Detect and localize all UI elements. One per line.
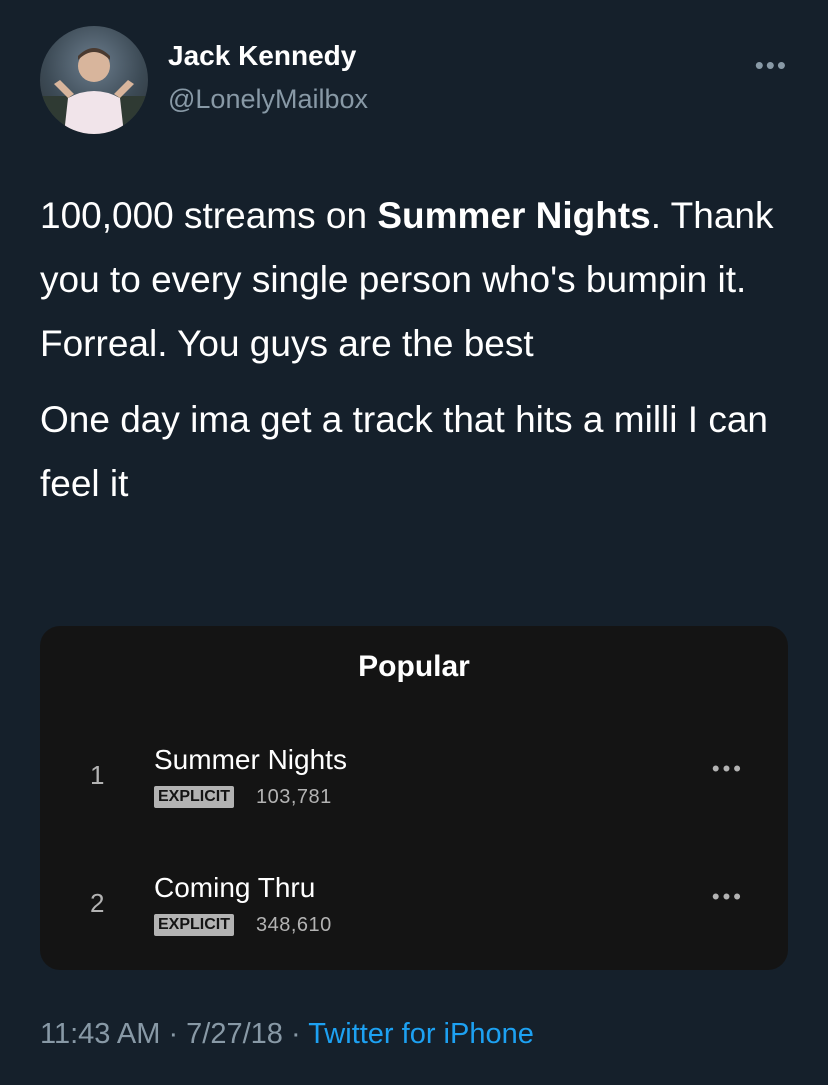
tweet-paragraph-1: 100,000 streams on Summer Nights. Thank … xyxy=(40,184,800,376)
tweet-text-lead: 100,000 streams on xyxy=(40,195,378,236)
author-handle[interactable]: @LonelyMailbox xyxy=(168,84,368,115)
explicit-badge: EXPLICIT xyxy=(154,786,235,808)
track-number: 1 xyxy=(90,760,105,790)
track-row[interactable]: 1 Summer Nights EXPLICIT 103,781 ••• xyxy=(40,744,788,824)
tweet-metadata: 11:43 AM · 7/27/18 · Twitter for iPhone xyxy=(40,1018,534,1051)
track-row[interactable]: 2 Coming Thru EXPLICIT 348,610 ••• xyxy=(40,872,788,952)
track-more-icon[interactable]: ••• xyxy=(712,884,744,910)
spotify-popular-card[interactable]: Popular 1 Summer Nights EXPLICIT 103,781… xyxy=(40,626,788,970)
tweet-time[interactable]: 11:43 AM xyxy=(40,1018,160,1050)
author-name[interactable]: Jack Kennedy xyxy=(168,40,356,72)
track-title[interactable]: Coming Thru xyxy=(154,872,315,904)
play-count: 103,781 xyxy=(256,786,332,808)
card-title: Popular xyxy=(358,650,470,683)
tweet-text-bold: Summer Nights xyxy=(377,195,651,236)
separator: · xyxy=(160,1018,187,1050)
more-options-icon[interactable]: ••• xyxy=(755,50,788,81)
track-more-icon[interactable]: ••• xyxy=(712,756,744,782)
avatar[interactable] xyxy=(40,26,148,134)
tweet-paragraph-2: One day ima get a track that hits a mill… xyxy=(40,399,768,504)
explicit-badge: EXPLICIT xyxy=(154,914,235,936)
play-count: 348,610 xyxy=(256,914,332,936)
separator: · xyxy=(282,1018,309,1050)
tweet-date[interactable]: 7/27/18 xyxy=(186,1018,283,1050)
track-title[interactable]: Summer Nights xyxy=(154,744,347,776)
tweet-text: 100,000 streams on Summer Nights. Thank … xyxy=(40,184,800,516)
track-number: 2 xyxy=(90,888,105,918)
tweet-source-link[interactable]: Twitter for iPhone xyxy=(308,1018,534,1050)
